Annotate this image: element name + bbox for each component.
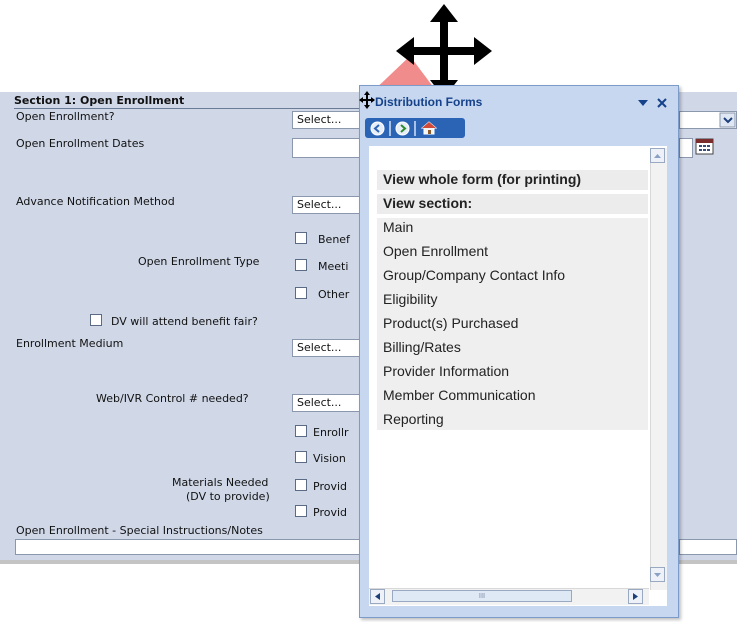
home-icon[interactable] — [420, 120, 438, 136]
enrollment-type-checkbox-1[interactable] — [295, 232, 307, 244]
enrollment-type-option-3: Other — [318, 288, 350, 301]
materials-checkbox-4[interactable] — [295, 505, 307, 517]
panel-menu-chevron-icon[interactable] — [636, 95, 650, 109]
dv-attend-label: DV will attend benefit fair? — [111, 315, 258, 328]
view-whole-form-link[interactable]: View whole form (for printing) — [383, 171, 581, 187]
materials-checkbox-3[interactable] — [295, 479, 307, 491]
back-arrow-icon[interactable] — [370, 121, 385, 136]
panel-title: Distribution Forms — [375, 95, 483, 109]
horizontal-scroll-thumb[interactable]: III — [392, 590, 572, 602]
scroll-down-icon[interactable] — [650, 567, 665, 582]
web-ivr-label: Web/IVR Control # needed? — [96, 392, 249, 405]
section-link-reporting[interactable]: Reporting — [383, 411, 444, 427]
advance-notification-label: Advance Notification Method — [16, 195, 175, 208]
open-enrollment-label: Open Enrollment? — [16, 110, 115, 123]
section-link-open-enrollment[interactable]: Open Enrollment — [383, 243, 488, 259]
enrollment-type-checkbox-2[interactable] — [295, 259, 307, 271]
dv-attend-checkbox[interactable] — [90, 314, 102, 326]
open-enrollment-dates-input-right[interactable] — [679, 138, 693, 158]
materials-option-2: Vision — [313, 452, 346, 465]
vertical-scrollbar[interactable] — [650, 148, 667, 590]
open-enrollment-dates-label: Open Enrollment Dates — [16, 137, 145, 150]
open-enrollment-dates-input[interactable] — [292, 138, 362, 158]
materials-checkbox-1[interactable] — [295, 425, 307, 437]
open-enrollment-select[interactable]: Select... — [292, 111, 362, 129]
open-enrollment-select-right[interactable] — [679, 111, 737, 129]
enrollment-type-checkbox-3[interactable] — [295, 287, 307, 299]
notes-label: Open Enrollment - Special Instructions/N… — [16, 524, 263, 537]
web-ivr-select[interactable]: Select... — [292, 394, 362, 412]
enrollment-type-label: Open Enrollment Type — [138, 255, 260, 268]
scroll-right-icon[interactable] — [628, 589, 643, 604]
panel-move-handle-icon[interactable] — [359, 91, 375, 109]
toolbar-divider — [389, 121, 391, 136]
scroll-thumb-grip: III — [478, 592, 486, 600]
section-link-group-company-contact[interactable]: Group/Company Contact Info — [383, 267, 565, 283]
materials-option-3: Provid — [313, 480, 347, 493]
enrollment-medium-label: Enrollment Medium — [16, 337, 124, 350]
materials-checkbox-2[interactable] — [295, 451, 307, 463]
section-link-main[interactable]: Main — [383, 219, 413, 235]
view-section-heading: View section: — [383, 195, 473, 211]
materials-label-line2: (DV to provide) — [186, 490, 270, 503]
materials-label-line1: Materials Needed — [172, 476, 269, 489]
scroll-left-icon[interactable] — [370, 589, 385, 604]
section-link-provider-information[interactable]: Provider Information — [383, 363, 509, 379]
notes-textarea[interactable] — [15, 539, 360, 555]
section-title: Section 1: Open Enrollment — [14, 94, 364, 109]
section-link-member-communication[interactable]: Member Communication — [383, 387, 536, 403]
notes-textarea-right[interactable] — [679, 539, 737, 555]
scroll-up-icon[interactable] — [650, 148, 665, 163]
enrollment-type-option-2: Meeti — [318, 260, 349, 273]
materials-option-1: Enrollr — [313, 426, 349, 439]
advance-notification-select[interactable]: Select... — [292, 196, 362, 214]
toolbar-divider — [414, 121, 416, 136]
forward-arrow-icon[interactable] — [395, 121, 410, 136]
enrollment-medium-select[interactable]: Select... — [292, 339, 362, 357]
calendar-icon[interactable] — [695, 138, 715, 156]
move-cursor-icon — [396, 4, 492, 98]
section-link-eligibility[interactable]: Eligibility — [383, 291, 437, 307]
section-link-billing-rates[interactable]: Billing/Rates — [383, 339, 461, 355]
close-icon[interactable] — [655, 95, 669, 109]
materials-option-4: Provid — [313, 506, 347, 519]
enrollment-type-option-1: Benef — [318, 233, 350, 246]
section-link-products-purchased[interactable]: Product(s) Purchased — [383, 315, 518, 331]
